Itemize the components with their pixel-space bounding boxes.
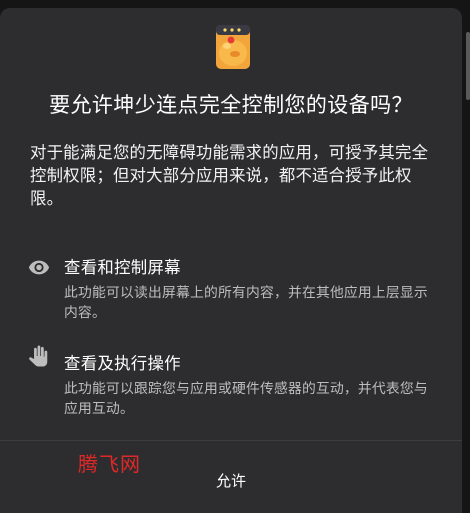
permission-title: 查看及执行操作 — [64, 354, 181, 373]
scrollbar[interactable] — [466, 32, 470, 100]
eye-icon — [28, 260, 50, 275]
hand-icon — [29, 345, 48, 367]
button-divider — [0, 440, 462, 441]
app-avatar-icon — [216, 25, 250, 69]
dialog-title: 要允许坤少连点完全控制您的设备吗？ — [49, 93, 413, 117]
dialog-description: 对于能满足您的无障碍功能需求的应用，可授予其完全控制权限；但对大部分应用来说，都… — [30, 143, 429, 208]
permission-description: 此功能可以跟踪您与应用或硬件传感器的互动，并代表您与应用互动。 — [64, 381, 428, 417]
accessibility-permission-dialog: 要允许坤少连点完全控制您的设备吗？ 对于能满足您的无障碍功能需求的应用，可授予其… — [0, 8, 462, 513]
permission-description: 此功能可以读出屏幕上的所有内容，并在其他应用上层显示内容。 — [64, 285, 428, 321]
allow-button[interactable]: 允许 — [0, 456, 462, 506]
permission-title: 查看和控制屏幕 — [64, 258, 181, 277]
